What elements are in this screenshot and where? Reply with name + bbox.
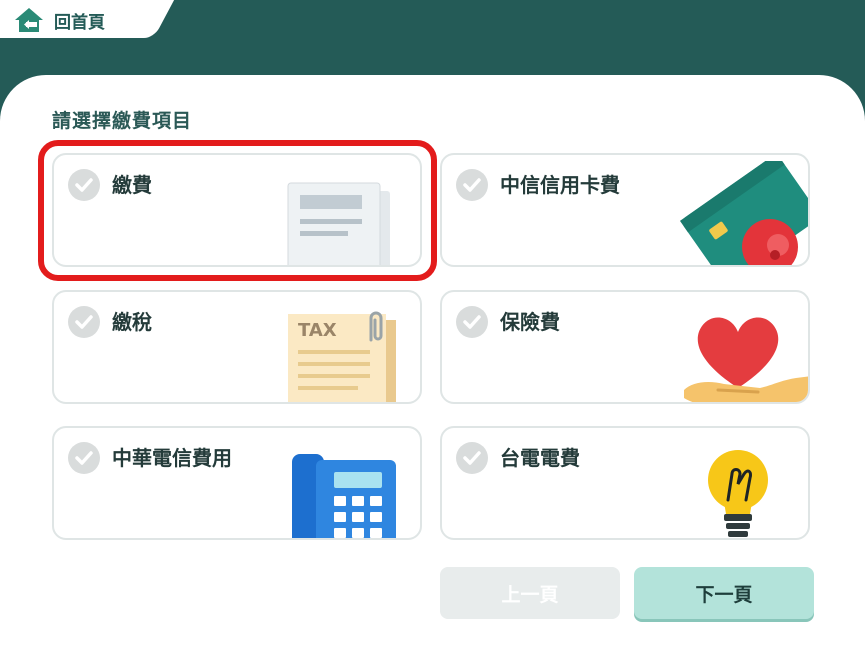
tax-text: TAX: [298, 320, 337, 341]
home-button[interactable]: 回首頁: [14, 5, 105, 35]
check-icon: [68, 306, 100, 338]
card-tax[interactable]: 繳稅 TAX: [52, 290, 422, 404]
check-icon: [456, 442, 488, 474]
light-bulb-icon: [708, 450, 768, 537]
card-ctbc-credit-card[interactable]: 中信信用卡費: [440, 153, 810, 267]
card-label: 保險費: [500, 310, 560, 334]
check-icon: [456, 169, 488, 201]
credit-card-icon: [679, 161, 808, 265]
card-label: 繳稅: [112, 310, 152, 334]
tax-document-icon: TAX: [288, 311, 398, 402]
heart-hand-icon: [684, 317, 808, 402]
card-chunghwa-telecom[interactable]: 中華電信費用: [52, 426, 422, 540]
paperclip-icon: [369, 311, 383, 342]
home-icon: [15, 8, 43, 32]
page-heading: 請選擇繳費項目: [52, 110, 193, 132]
card-label: 繳費: [112, 173, 152, 197]
telephone-icon: [292, 454, 396, 538]
next-page-button[interactable]: 下一頁: [634, 567, 814, 619]
check-icon: [68, 169, 100, 201]
check-icon: [68, 442, 100, 474]
card-taipower-electricity[interactable]: 台電電費: [440, 426, 810, 540]
receipt-icon: [287, 182, 390, 265]
check-icon: [456, 306, 488, 338]
card-label: 中信信用卡費: [500, 173, 620, 197]
prev-page-button[interactable]: 上一頁: [440, 567, 620, 619]
card-label: 中華電信費用: [112, 446, 232, 470]
home-label: 回首頁: [54, 12, 105, 33]
card-insurance[interactable]: 保險費: [440, 290, 810, 404]
card-label: 台電電費: [500, 446, 580, 470]
card-payment[interactable]: 繳費: [52, 153, 422, 267]
